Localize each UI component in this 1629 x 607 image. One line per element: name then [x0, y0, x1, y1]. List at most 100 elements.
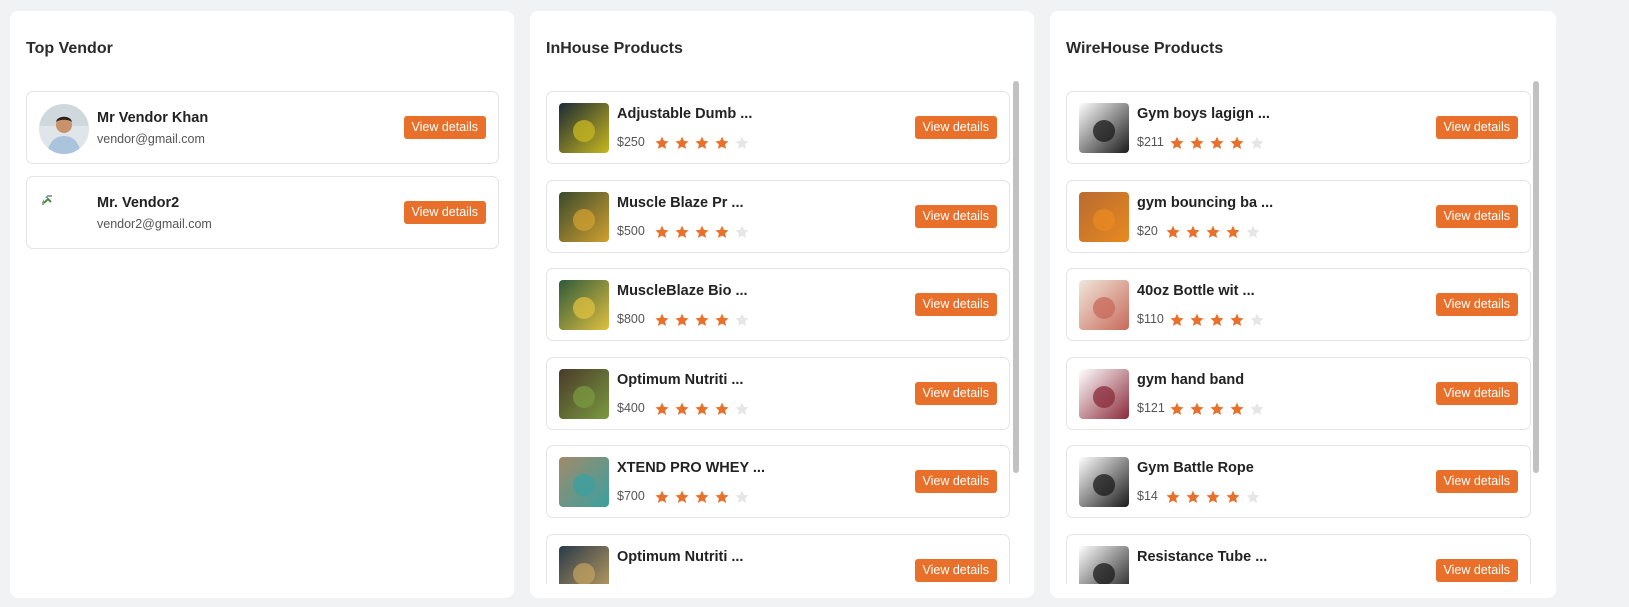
view-details-button[interactable]: View details: [914, 293, 997, 316]
star-filled-icon: [1186, 490, 1200, 503]
vendor-name: Mr. Vendor2: [97, 195, 180, 211]
view-details-button[interactable]: View details: [914, 558, 997, 582]
inhouse-scrollbar[interactable]: [1013, 81, 1019, 473]
star-filled-icon: [675, 402, 689, 415]
product-image: [559, 368, 609, 419]
product-card: MuscleBlaze Bio ... $800 View details: [546, 268, 1010, 341]
broken-image-icon: [39, 189, 89, 239]
product-card: 40oz Bottle wit ... $110 View details: [1066, 268, 1531, 341]
view-details-button[interactable]: View details: [914, 204, 997, 228]
top-vendor-title: Top Vendor: [26, 40, 113, 57]
star-filled-icon: [1210, 313, 1224, 326]
star-filled-icon: [1170, 313, 1184, 326]
product-image: [1079, 368, 1129, 419]
star-empty-icon: [1250, 402, 1264, 415]
star-filled-icon: [1166, 490, 1180, 503]
star-filled-icon: [1210, 136, 1224, 149]
rating-stars: [654, 401, 750, 417]
wirehouse-scrollbar[interactable]: [1533, 81, 1539, 473]
star-filled-icon: [655, 490, 669, 503]
product-name: Optimum Nutriti ...: [617, 371, 744, 388]
product-name: MuscleBlaze Bio ...: [617, 283, 748, 299]
product-price: $800: [617, 312, 645, 326]
vendor-avatar: [39, 104, 89, 154]
view-details-button[interactable]: View details: [403, 116, 486, 139]
top-vendor-panel: Top Vendor Mr Vendor Khan vendor@gmail.co…: [10, 11, 514, 598]
view-details-button[interactable]: View details: [1435, 116, 1518, 139]
star-filled-icon: [1190, 136, 1204, 149]
rating-stars: [1169, 312, 1265, 328]
star-filled-icon: [715, 402, 729, 415]
view-details-button[interactable]: View details: [403, 201, 486, 224]
product-image: [1079, 457, 1129, 507]
star-filled-icon: [695, 136, 709, 149]
vendor-email: vendor@gmail.com: [97, 132, 205, 146]
product-name: 40oz Bottle wit ...: [1137, 283, 1255, 299]
star-filled-icon: [655, 225, 669, 238]
inhouse-products-panel: InHouse Products Adjustable Dumb ... $250…: [530, 11, 1034, 598]
view-details-button[interactable]: View details: [1435, 381, 1518, 405]
rating-stars: [654, 489, 750, 505]
product-card: Gym Battle Rope $14 View details: [1066, 445, 1531, 518]
product-card: gym hand band $121 View details: [1066, 356, 1531, 430]
view-details-button[interactable]: View details: [1435, 204, 1518, 228]
star-filled-icon: [695, 402, 709, 415]
product-card: Resistance Tube ... View details: [1066, 533, 1531, 584]
star-filled-icon: [1226, 225, 1240, 238]
rating-stars: [654, 312, 750, 328]
wirehouse-products-title: WireHouse Products: [1066, 40, 1224, 57]
view-details-button[interactable]: View details: [914, 470, 997, 493]
view-details-button[interactable]: View details: [1435, 293, 1518, 316]
view-details-button[interactable]: View details: [1435, 558, 1518, 582]
star-empty-icon: [735, 490, 749, 503]
product-price: $14: [1137, 489, 1158, 503]
star-filled-icon: [655, 136, 669, 149]
star-empty-icon: [735, 313, 749, 326]
star-filled-icon: [695, 313, 709, 326]
product-price: $20: [1137, 223, 1158, 238]
rating-stars: [1169, 135, 1265, 151]
star-filled-icon: [675, 313, 689, 326]
star-filled-icon: [675, 490, 689, 503]
star-filled-icon: [1230, 136, 1244, 149]
product-name: Muscle Blaze Pr ...: [617, 194, 744, 211]
product-card: Optimum Nutriti ... View details: [546, 533, 1010, 584]
wirehouse-product-list: Gym boys lagign ... $211 View details gym b…: [1066, 83, 1531, 584]
star-filled-icon: [715, 490, 729, 503]
star-filled-icon: [715, 225, 729, 238]
product-name: Gym Battle Rope: [1137, 460, 1254, 476]
view-details-button[interactable]: View details: [1435, 470, 1518, 493]
product-image: [1079, 103, 1129, 153]
view-details-button[interactable]: View details: [914, 381, 997, 405]
rating-stars: [1169, 401, 1265, 417]
star-filled-icon: [1190, 313, 1204, 326]
product-image: [559, 103, 609, 153]
star-empty-icon: [1246, 490, 1260, 503]
star-filled-icon: [1210, 402, 1224, 415]
product-price: $700: [617, 489, 645, 503]
star-filled-icon: [1170, 136, 1184, 149]
star-filled-icon: [655, 313, 669, 326]
product-name: XTEND PRO WHEY ...: [617, 460, 765, 476]
star-filled-icon: [1190, 402, 1204, 415]
product-name: Adjustable Dumb ...: [617, 106, 753, 122]
view-details-button[interactable]: View details: [914, 116, 997, 139]
product-price: $500: [617, 223, 645, 238]
star-filled-icon: [1230, 313, 1244, 326]
star-empty-icon: [735, 402, 749, 415]
product-image: [559, 545, 609, 584]
product-price: $110: [1137, 312, 1164, 326]
vendor-email: vendor2@gmail.com: [97, 217, 212, 231]
star-filled-icon: [695, 490, 709, 503]
product-card: XTEND PRO WHEY ... $700 View details: [546, 445, 1010, 518]
product-card: gym bouncing ba ... $20 View details: [1066, 179, 1531, 253]
star-empty-icon: [1246, 225, 1260, 238]
vendor-card: Mr. Vendor2 vendor2@gmail.com View details: [26, 176, 499, 249]
product-name: Resistance Tube ...: [1137, 548, 1268, 565]
vendor-card: Mr Vendor Khan vendor@gmail.com View detai…: [26, 91, 499, 164]
rating-stars: [1165, 224, 1261, 240]
star-empty-icon: [1250, 313, 1264, 326]
star-filled-icon: [1230, 402, 1244, 415]
product-image: [1079, 191, 1129, 242]
product-image: [1079, 280, 1129, 330]
